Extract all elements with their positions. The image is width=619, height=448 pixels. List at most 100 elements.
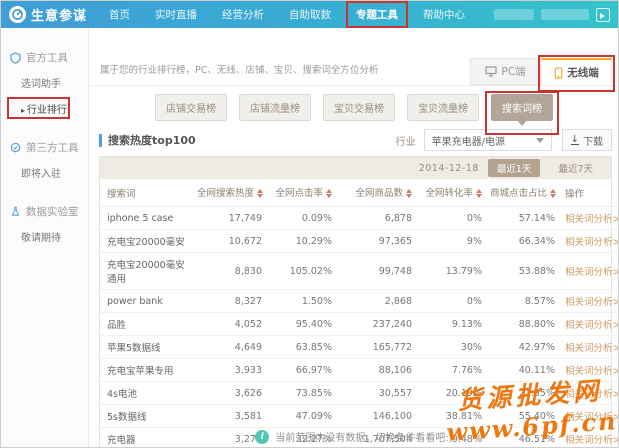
current-date: 2014-12-18 [419, 163, 479, 174]
tab-pc-label: PC端 [501, 64, 525, 79]
related-words-link[interactable]: 相关词分析>> [565, 320, 619, 331]
tab-pc[interactable]: PC端 [470, 58, 541, 85]
related-words-link[interactable]: 相关词分析>> [565, 214, 619, 225]
related-words-link[interactable]: 相关词分析>> [565, 267, 619, 278]
sidebar-item-stay-tuned[interactable]: 敬请期待 [1, 229, 88, 244]
main-content: 属于您的行业排行榜，PC、无线、店铺、宝贝、搜索词全方位分析 PC端 无线端 [90, 28, 618, 447]
col-header-ctr: 全网点击率 [266, 179, 336, 207]
range-1day-button[interactable]: 最近1天 [488, 159, 541, 177]
range-7day-button[interactable]: 最近7天 [549, 159, 602, 177]
sort-icon[interactable] [326, 186, 332, 201]
sort-icon[interactable] [257, 186, 263, 201]
tab-item-traffic[interactable]: 宝贝流量榜 [407, 94, 479, 121]
col-header-label: 全网商品数 [355, 188, 403, 199]
cell-items: 30,557 [336, 382, 416, 405]
cell-word: power bank [100, 290, 193, 313]
cell-mall: 8.57% [486, 290, 559, 313]
col-header-action: 操作 [559, 179, 619, 207]
nav-item-data[interactable]: 自助取数 [283, 3, 337, 26]
account-area [494, 1, 610, 28]
col-header-label: 全网搜索热度 [197, 188, 254, 199]
shield-icon [10, 52, 21, 64]
sidebar-section-lab-title: 数据实验室 [1, 204, 88, 219]
sidebar-item-word-helper[interactable]: 选词助手 [1, 75, 88, 90]
table-row: 充电宝20000毫安 10,672 10.29% 97,365 9% 66.34… [100, 230, 619, 253]
cell-cvr: 0% [416, 290, 486, 313]
sort-icon[interactable] [476, 186, 482, 201]
cell-heat: 10,672 [193, 230, 266, 253]
sidebar-section-lab: 数据实验室 敬请期待 [1, 204, 88, 244]
cell-ctr: 95.40% [266, 313, 336, 336]
col-header-heat: 全网搜索热度 [193, 179, 266, 207]
logout-icon[interactable] [596, 8, 610, 22]
table-header-row: 搜索词 全网搜索热度 全网点击率 全网商品数 全网转化率 商城点击占比 操作 [100, 179, 619, 207]
tab-shop-trade[interactable]: 店铺交易榜 [155, 94, 227, 121]
compass-logo-icon [9, 6, 26, 23]
cell-heat: 17,749 [193, 207, 266, 230]
sidebar-item-label: 即将入驻 [21, 169, 61, 180]
left-sidebar: 官方工具 选词助手 ▸行业排行 第三方工具 即将入驻 [1, 28, 89, 447]
table-row: 苹果5数据线 4,649 63.85% 165,772 30% 42.97% 相… [100, 336, 619, 359]
brand-logo[interactable]: 生意参谋 [9, 5, 89, 24]
related-words-link[interactable]: 相关词分析>> [565, 412, 619, 423]
related-words-link[interactable]: 相关词分析>> [565, 297, 619, 308]
chevron-down-icon [536, 138, 544, 147]
industry-select-value: 苹果充电器/电源 [432, 133, 505, 148]
download-label: 下载 [583, 133, 603, 148]
phone-icon [554, 67, 563, 79]
table-row: 充电宝20000毫安通用 8,830 105.02% 99,748 13.79%… [100, 253, 619, 290]
cell-cvr: 30% [416, 336, 486, 359]
sidebar-item-industry-rank[interactable]: ▸行业排行 [1, 101, 88, 116]
industry-select[interactable]: 苹果充电器/电源 [424, 129, 552, 151]
cell-heat: 3,933 [193, 359, 266, 382]
rank-tabs: 店铺交易榜 店铺流量榜 宝贝交易榜 宝贝流量榜 搜索词榜 [90, 94, 618, 121]
download-icon: ↓ [571, 136, 579, 145]
cell-heat: 8,830 [193, 253, 266, 290]
cell-items: 237,240 [336, 313, 416, 336]
cell-cvr: 20.19% [416, 382, 486, 405]
cell-cvr: 7.76% [416, 359, 486, 382]
col-header-mall: 商城点击占比 [486, 179, 559, 207]
cell-items: 6,878 [336, 207, 416, 230]
nav-item-home[interactable]: 首页 [103, 3, 136, 26]
nav-item-analysis[interactable]: 经营分析 [216, 3, 270, 26]
sidebar-section-label: 官方工具 [26, 50, 68, 65]
cell-heat: 3,626 [193, 382, 266, 405]
cell-cvr: 0% [416, 207, 486, 230]
table-row: 5s数据线 3,581 47.09% 146,100 38.81% 55.40%… [100, 405, 619, 428]
nav-item-live[interactable]: 实时直播 [149, 3, 203, 26]
cell-ctr: 47.09% [266, 405, 336, 428]
cell-heat: 4,649 [193, 336, 266, 359]
related-words-link[interactable]: 相关词分析>> [565, 237, 619, 248]
sidebar-item-coming-soon[interactable]: 即将入驻 [1, 165, 88, 180]
sort-icon[interactable] [550, 186, 556, 201]
blurred-account-name [494, 9, 534, 20]
related-words-link[interactable]: 相关词分析>> [565, 389, 619, 400]
sort-icon[interactable] [406, 186, 412, 201]
related-words-link[interactable]: 相关词分析>> [565, 366, 619, 377]
cell-ctr: 66.97% [266, 359, 336, 382]
chevron-right-icon: ▸ [21, 106, 25, 115]
empty-data-notice: i 当前范围内没有数据，切换条件看看吧:) [90, 429, 618, 444]
nav-item-tools-label: 专题工具 [356, 9, 398, 21]
cell-cvr: 38.81% [416, 405, 486, 428]
tab-search-words[interactable]: 搜索词榜 [491, 94, 553, 121]
sycm-app-window: 生意参谋 首页 实时直播 经营分析 自助取数 专题工具 帮助中心 [0, 0, 619, 448]
info-icon: i [255, 430, 269, 444]
table-row: iphone 5 case 17,749 0.09% 6,878 0% 57.1… [100, 207, 619, 230]
tab-search-words-label: 搜索词榜 [502, 104, 542, 115]
sidebar-section-label: 数据实验室 [26, 204, 79, 219]
cell-heat: 3,581 [193, 405, 266, 428]
search-heat-table: 搜索词 全网搜索热度 全网点击率 全网商品数 全网转化率 商城点击占比 操作 i… [100, 179, 619, 448]
tab-shop-traffic[interactable]: 店铺流量榜 [239, 94, 311, 121]
related-words-link[interactable]: 相关词分析>> [565, 343, 619, 354]
section-title-text: 搜索热度top100 [108, 132, 196, 148]
download-button[interactable]: ↓ 下载 [562, 129, 612, 151]
tab-item-trade[interactable]: 宝贝交易榜 [323, 94, 395, 121]
nav-item-tools[interactable]: 专题工具 [350, 3, 404, 26]
tab-wireless-label: 无线端 [567, 65, 599, 80]
monitor-icon [485, 66, 497, 77]
tab-wireless[interactable]: 无线端 [541, 58, 612, 85]
nav-item-help[interactable]: 帮助中心 [417, 3, 471, 26]
col-header-cvr: 全网转化率 [416, 179, 486, 207]
